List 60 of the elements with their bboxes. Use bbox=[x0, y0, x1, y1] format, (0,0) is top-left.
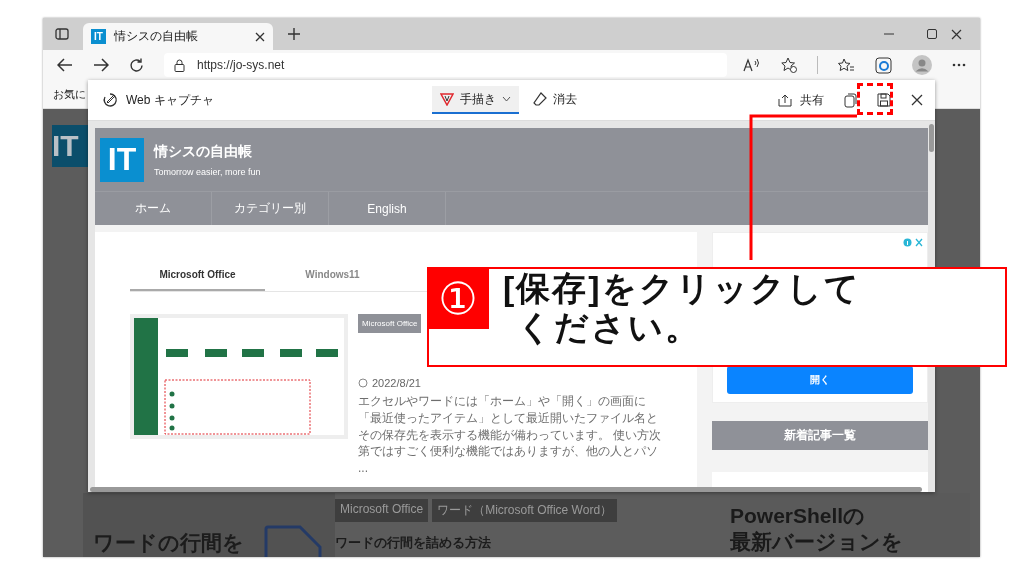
open-button[interactable]: 開く bbox=[727, 366, 913, 394]
article-excerpt: エクセルやワードには「ホーム」や「開く」の画面に「最近使ったアイテム」として最近開いたファイル名とその保存先を表示する機能が備わっています。 使い方次第ではすごく便利な機能ではありますが、他の人とパソ ... bbox=[358, 393, 662, 477]
favicon: IT bbox=[91, 29, 106, 44]
new-tab-icon[interactable] bbox=[287, 27, 301, 41]
article-date: 2022/8/21 bbox=[372, 377, 421, 389]
save-icon[interactable] bbox=[877, 93, 891, 107]
more-icon[interactable] bbox=[952, 63, 966, 67]
site-logo: IT bbox=[52, 125, 88, 167]
caret-icon bbox=[502, 96, 511, 102]
category-tag[interactable]: Microsoft Office bbox=[358, 314, 422, 333]
highlight-frame bbox=[857, 83, 893, 115]
back-icon[interactable] bbox=[57, 58, 73, 72]
scrollbar[interactable] bbox=[90, 487, 922, 492]
minimize-icon[interactable] bbox=[883, 33, 895, 35]
draw-tool-button[interactable]: 手描き bbox=[432, 86, 519, 114]
maximize-icon[interactable] bbox=[927, 29, 937, 39]
sidebar-heading: 新着記事一覧 bbox=[712, 421, 928, 450]
favorites-icon[interactable] bbox=[838, 57, 855, 73]
article-heading: 最新バージョンを bbox=[730, 529, 904, 556]
category-tab[interactable]: Microsoft Office bbox=[130, 259, 265, 291]
bookmark-item[interactable]: お気に bbox=[53, 86, 86, 102]
article-title[interactable]: ワードの行間を詰める方法 bbox=[335, 534, 730, 552]
category-tag[interactable]: Microsoft Office bbox=[335, 499, 429, 522]
refresh-icon[interactable] bbox=[129, 57, 144, 73]
nav-link[interactable]: ホーム bbox=[95, 192, 212, 225]
instruction-text: ください。 bbox=[516, 308, 702, 348]
read-aloud-icon[interactable] bbox=[743, 58, 761, 72]
copy-icon[interactable] bbox=[844, 92, 857, 108]
category-tab[interactable]: Windows11 bbox=[265, 259, 400, 291]
tab-actions-icon[interactable] bbox=[55, 27, 69, 41]
forward-icon[interactable] bbox=[93, 58, 109, 72]
clock-icon bbox=[358, 378, 368, 388]
share-button[interactable]: 共有 bbox=[778, 91, 824, 109]
panel-title: Web キャプチャ bbox=[126, 91, 214, 109]
url-text: https://jo-sys.net bbox=[197, 58, 285, 72]
article-heading: PowerShellの bbox=[730, 503, 867, 529]
close-icon[interactable] bbox=[951, 28, 962, 40]
profile-avatar-icon[interactable] bbox=[912, 55, 932, 75]
close-icon[interactable] bbox=[911, 94, 923, 106]
document-icon bbox=[264, 525, 324, 557]
eraser-icon bbox=[533, 92, 547, 106]
site-name[interactable]: 情シスの自由帳 bbox=[154, 142, 261, 161]
scrollbar[interactable] bbox=[929, 124, 934, 152]
category-tag[interactable]: ワード（Microsoft Office Word） bbox=[432, 499, 618, 522]
browser-tab[interactable]: IT 情シスの自由帳 bbox=[83, 23, 273, 50]
site-tagline: Tomorrow easier, more fun bbox=[154, 166, 261, 177]
step-number: ① bbox=[427, 267, 489, 329]
instruction-text: [保存]をクリックして bbox=[503, 269, 861, 309]
favorite-add-icon[interactable] bbox=[781, 57, 797, 73]
tab-title: 情シスの自由帳 bbox=[114, 28, 199, 45]
share-icon bbox=[778, 93, 792, 107]
close-icon[interactable] bbox=[255, 31, 265, 42]
nav-link[interactable]: English bbox=[329, 192, 446, 225]
collections-icon[interactable] bbox=[875, 56, 892, 74]
address-bar[interactable]: https://jo-sys.net bbox=[164, 53, 727, 77]
pen-icon bbox=[440, 92, 454, 106]
site-logo[interactable]: IT bbox=[100, 137, 144, 182]
web-capture-icon bbox=[102, 92, 118, 108]
nav-link[interactable]: カテゴリー別 bbox=[212, 192, 329, 225]
lock-icon bbox=[174, 58, 185, 72]
